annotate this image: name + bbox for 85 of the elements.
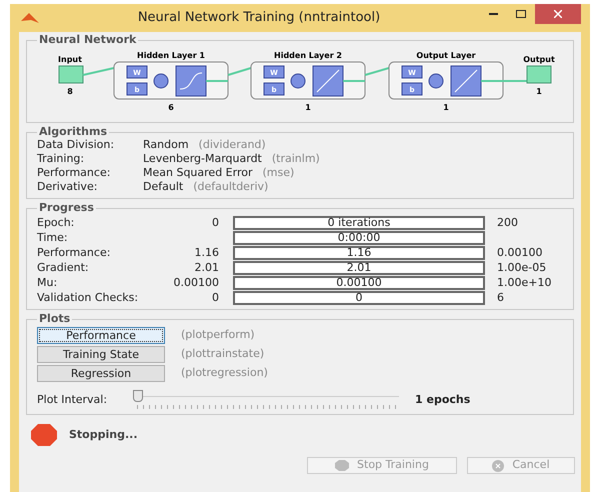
- progress-label: Validation Checks:: [37, 290, 140, 306]
- algorithm-value: Default: [143, 180, 184, 194]
- algorithm-label: Performance:: [37, 166, 112, 180]
- layer-title: Hidden Layer 2: [274, 51, 342, 60]
- target-value: 1.00e+10: [497, 276, 552, 289]
- bias-block: [126, 82, 148, 96]
- progress-label: Gradient:: [37, 260, 90, 276]
- start-value: 2.01: [194, 260, 219, 274]
- plot-button[interactable]: Regression: [37, 365, 165, 382]
- layer-title: Hidden Layer 1: [137, 51, 205, 60]
- algorithm-value: Levenberg-Marquardt: [143, 152, 262, 166]
- connector-line: [343, 80, 365, 82]
- output-size: 1: [536, 87, 542, 96]
- sigmoid-curve-icon: [176, 66, 206, 96]
- target-value: 0.00100: [497, 246, 542, 259]
- target-value: 1.00e-05: [497, 260, 546, 274]
- app-logo-icon: [21, 11, 39, 25]
- window-title: Neural Network Training (nntraintool): [136, 9, 382, 28]
- layer-size: 1: [305, 103, 311, 112]
- start-value: 1.16: [194, 246, 219, 259]
- layer-title: Output Layer: [416, 51, 476, 60]
- output-node: [526, 66, 552, 84]
- weight-block: [126, 66, 148, 78]
- start-value: 0: [212, 216, 219, 229]
- output-label: Output: [523, 55, 555, 64]
- sum-node: [428, 74, 444, 88]
- function-name: (trainlm): [272, 152, 320, 166]
- close-icon: [554, 10, 562, 18]
- slider-thumb[interactable]: [133, 390, 143, 402]
- group-title: Algorithms: [38, 126, 108, 138]
- target-value: 6: [497, 290, 504, 304]
- sum-node: [290, 74, 306, 88]
- function-name: (mse): [262, 166, 294, 180]
- sum-node: [154, 74, 168, 88]
- progress-label: Performance:: [37, 244, 112, 261]
- status-text: Stopping...: [69, 426, 138, 443]
- plot-button[interactable]: Training State: [37, 346, 165, 363]
- algorithm-label: Training:: [37, 152, 86, 166]
- function-name: (plottrainstate): [181, 346, 264, 362]
- connector-line: [364, 67, 390, 76]
- algorithm-label: Derivative:: [37, 180, 98, 194]
- start-value: 0: [212, 290, 219, 304]
- algorithm-label: Data Division:: [37, 138, 116, 152]
- interval-slider[interactable]: [133, 390, 399, 410]
- connector-line: [206, 80, 228, 82]
- layer-size: 6: [168, 103, 174, 112]
- group-title: Progress: [38, 202, 95, 214]
- algorithm-value: Random: [143, 138, 189, 152]
- algorithm-value: Mean Squared Error: [143, 166, 252, 180]
- bias-block: [264, 82, 284, 96]
- progress-label: Time:: [37, 230, 69, 246]
- layer-size: 1: [443, 103, 449, 112]
- plot-button[interactable]: Performance: [37, 327, 165, 344]
- bias-block: [402, 82, 422, 96]
- start-value: 0.00100: [174, 276, 219, 289]
- progress-label: Epoch:: [37, 214, 76, 231]
- function-name: (plotperform): [181, 327, 255, 344]
- progress-field: 0:00:00: [233, 231, 485, 245]
- input-label: Input: [58, 55, 82, 64]
- weight-block: [402, 66, 422, 78]
- connector-line: [82, 67, 114, 76]
- interval-reading: 1 epochs: [415, 392, 470, 408]
- progress-field: 0.00100: [233, 276, 485, 290]
- close-button[interactable]: [535, 4, 581, 24]
- plot-interval-label: Plot Interval:: [37, 392, 108, 408]
- stop-sign-icon: [31, 424, 57, 446]
- group-title: Neural Network: [38, 34, 138, 46]
- stop-sign-icon: [335, 460, 350, 471]
- input-size: 8: [67, 87, 73, 96]
- group-title: Plots: [38, 313, 72, 325]
- connector-line: [228, 67, 252, 76]
- progress-field: 1.16: [233, 246, 485, 260]
- function-name: (plotregression): [181, 365, 268, 382]
- function-name: (defaultderiv): [193, 180, 268, 194]
- progress-label: Mu:: [37, 274, 58, 291]
- maximize-icon: [516, 10, 526, 18]
- input-node: [58, 66, 84, 84]
- progress-field: 2.01: [233, 261, 485, 275]
- progress-field: 0: [233, 291, 485, 305]
- function-name: (dividerand): [198, 138, 266, 152]
- minimize-icon: [488, 13, 498, 15]
- target-value: 200: [497, 216, 518, 229]
- weight-block: [264, 66, 284, 78]
- cancel-icon: [492, 460, 504, 472]
- progress-field: 0 iterations: [233, 216, 485, 230]
